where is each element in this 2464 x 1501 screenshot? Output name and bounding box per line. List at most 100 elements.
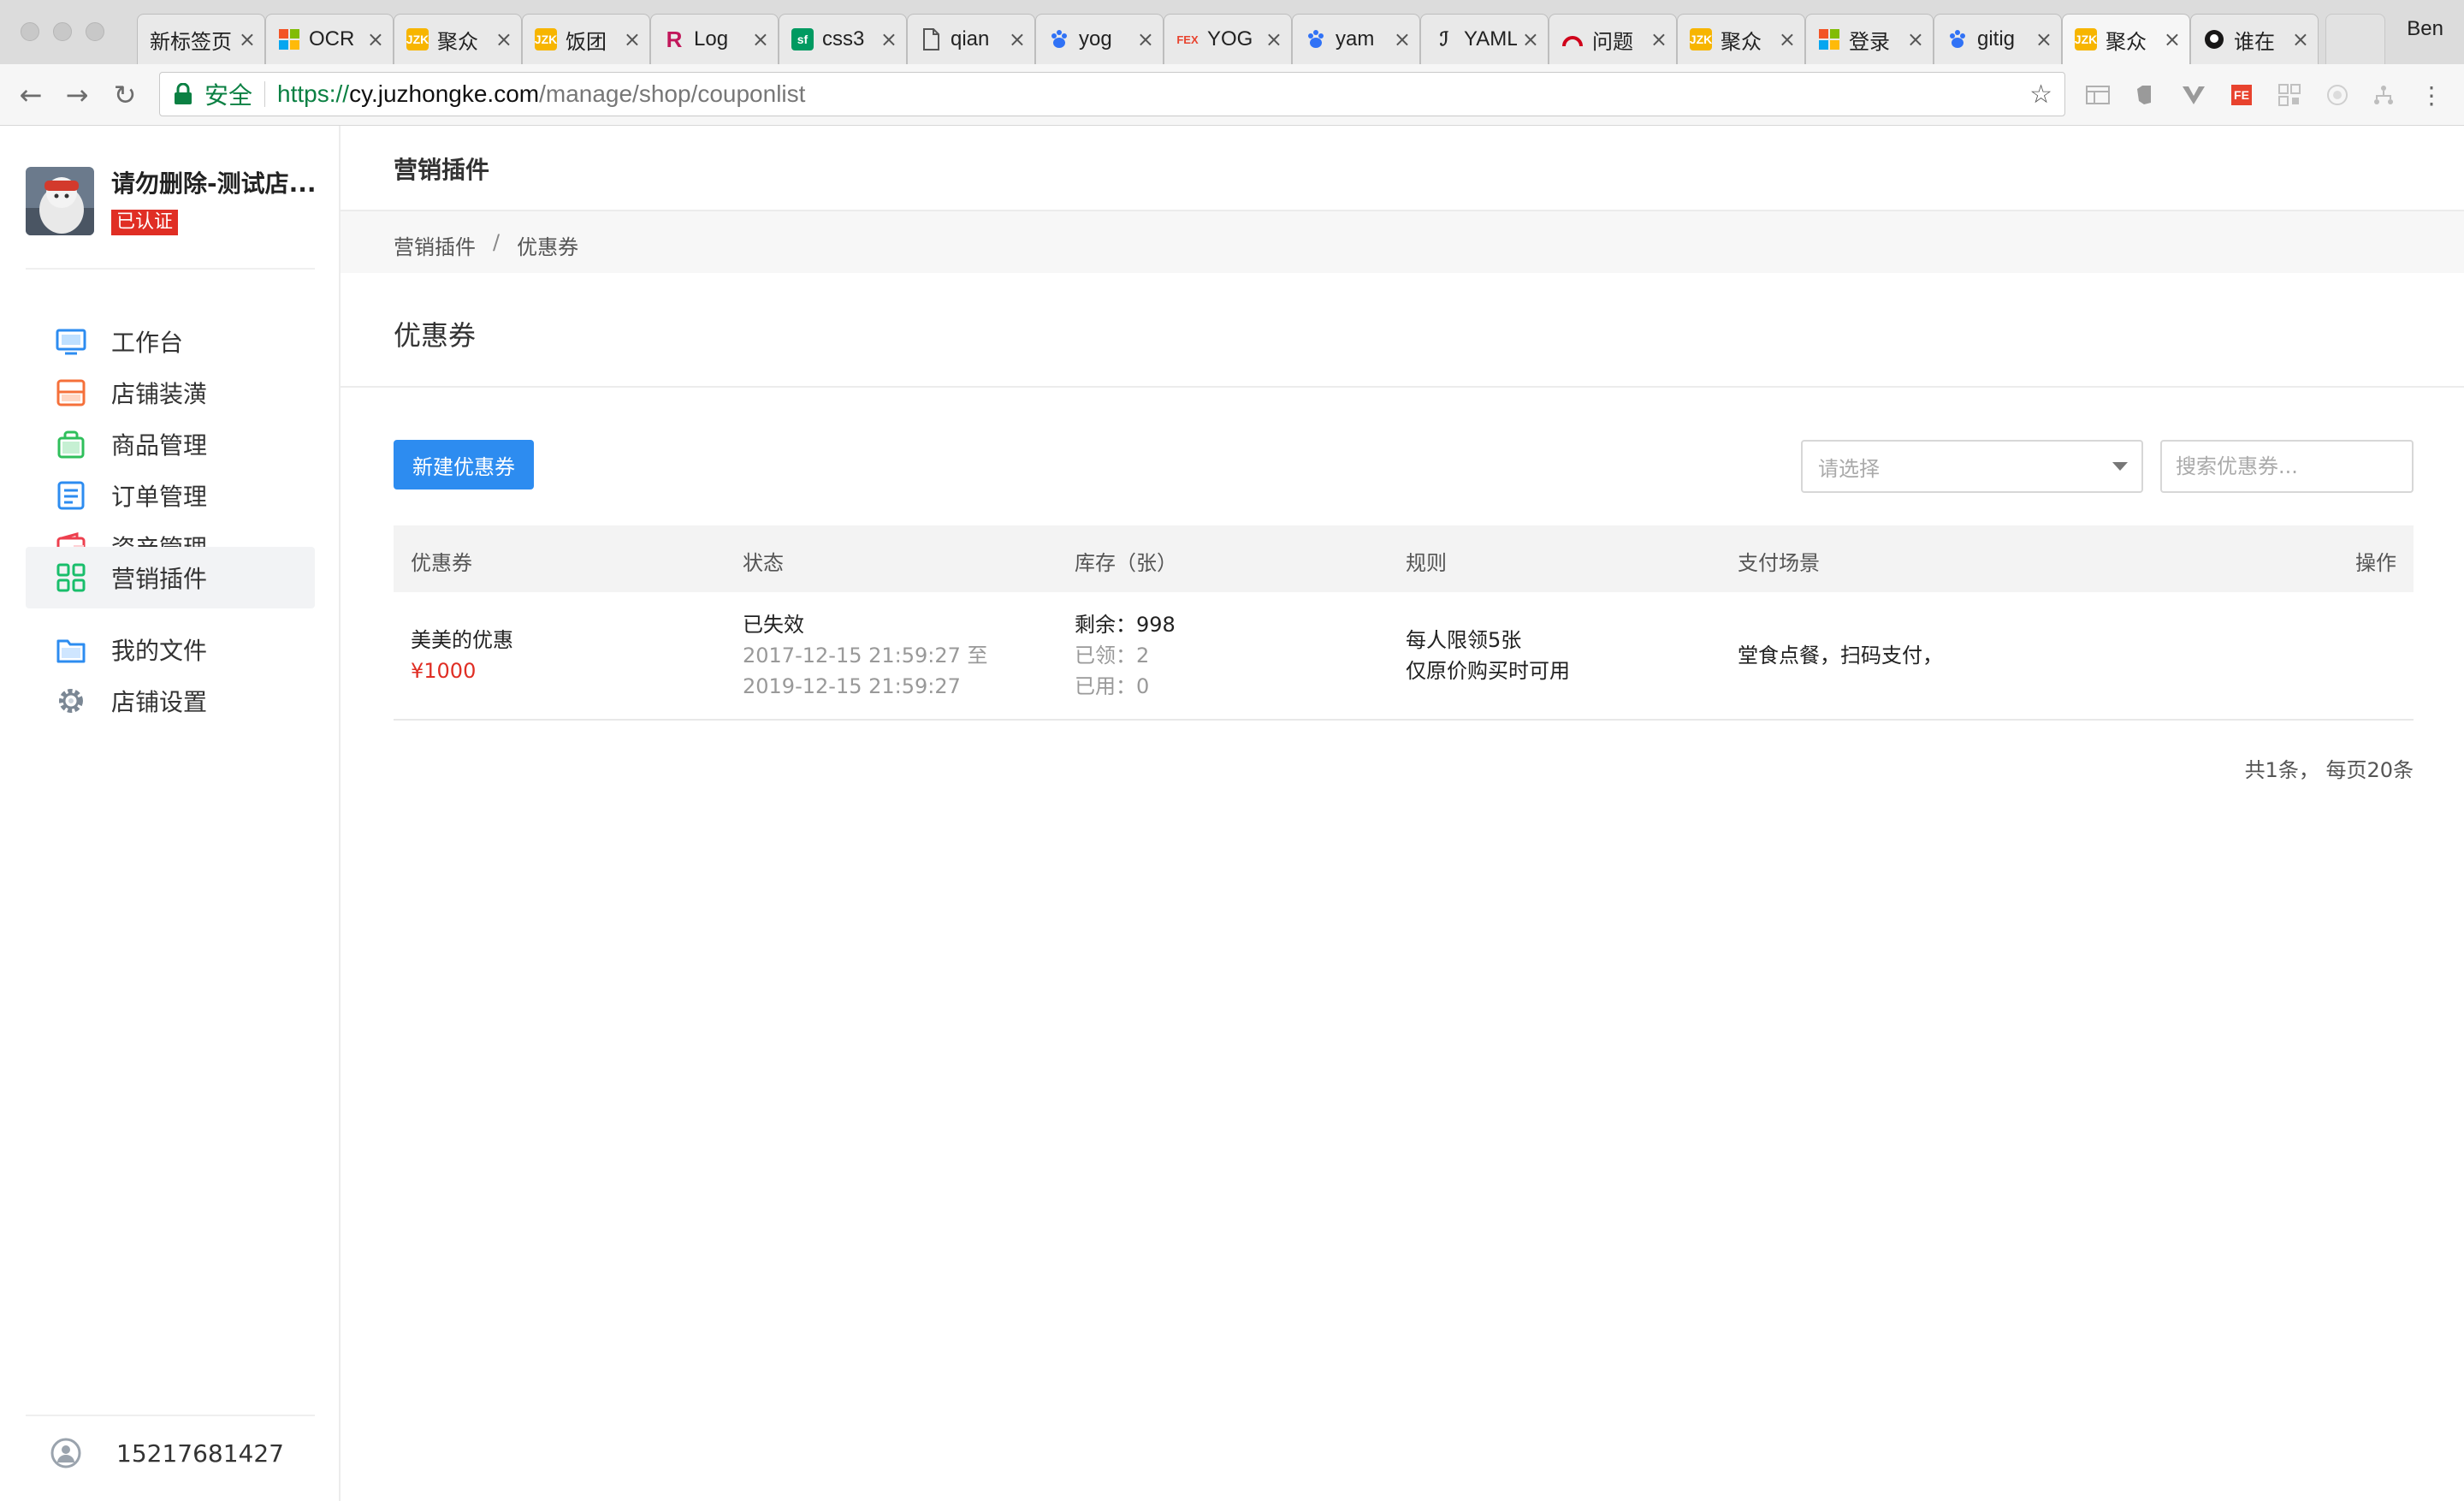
tab-close-icon[interactable]: ×: [1394, 27, 1411, 51]
tab-title: css3: [822, 27, 865, 50]
tab-title: YOG: [1207, 27, 1253, 50]
stock-used: 已用：0: [1075, 674, 1150, 698]
grid-apps-icon: [56, 563, 86, 592]
store-icon: [56, 379, 86, 406]
url-separator: [264, 81, 266, 107]
status-filter-select[interactable]: 请选择: [1801, 440, 2143, 493]
browser-tab-active[interactable]: JZK 聚众 ×: [2062, 14, 2190, 64]
browser-tab[interactable]: yam ×: [1292, 14, 1420, 64]
browser-menu-icon[interactable]: ⋮: [2418, 81, 2445, 110]
tab-close-icon[interactable]: ×: [1522, 27, 1539, 51]
breadcrumb-separator: /: [493, 230, 500, 254]
tab-close-icon[interactable]: ×: [1137, 27, 1154, 51]
new-coupon-button[interactable]: 新建优惠券: [394, 440, 534, 489]
browser-tab[interactable]: FEX YOG ×: [1164, 14, 1292, 64]
breadcrumb-current: 优惠券: [517, 235, 579, 259]
browser-tab[interactable]: JZK 饭团 ×: [522, 14, 650, 64]
table-row[interactable]: 美美的优惠 ¥1000 已失效 2017-12-15 21:59:27 至 20…: [394, 592, 2414, 721]
tab-title: YAML: [1464, 27, 1517, 50]
tab-close-icon[interactable]: ×: [1907, 27, 1924, 51]
sidebar-item-store-settings[interactable]: 店铺设置: [26, 670, 315, 732]
browser-tab[interactable]: R Log ×: [650, 14, 779, 64]
extension-qr-icon[interactable]: [2276, 81, 2303, 109]
reload-icon[interactable]: ↻: [106, 76, 144, 114]
tab-close-icon[interactable]: ×: [239, 27, 256, 51]
gear-icon: [59, 689, 83, 713]
new-tab-button[interactable]: [2325, 14, 2385, 64]
browser-tab[interactable]: OCR ×: [265, 14, 394, 64]
segmentfault-logo-icon: sf: [791, 28, 814, 50]
bookmark-star-icon[interactable]: ☆: [2029, 80, 2052, 110]
user-phone: 15217681427: [116, 1439, 284, 1468]
tab-close-icon[interactable]: ×: [2292, 27, 2309, 51]
window-zoom-button[interactable]: [86, 22, 104, 41]
tab-title: yog: [1079, 27, 1112, 50]
browser-tab[interactable]: 新标签页 ×: [137, 14, 265, 64]
extension-evernote-icon[interactable]: [2130, 81, 2158, 109]
windows-logo-icon: [278, 28, 300, 50]
url-text[interactable]: https://cy.juzhongke.com/manage/shop/cou…: [277, 80, 805, 108]
page-title: 营销插件: [394, 156, 490, 184]
forward-arrow-icon[interactable]: →: [58, 76, 96, 114]
monitor-icon: [56, 329, 86, 355]
sidebar-divider: [26, 1415, 315, 1416]
fex-logo-icon: FEX: [1176, 33, 1199, 46]
folder-icon: [56, 639, 86, 663]
tab-close-icon[interactable]: ×: [2164, 27, 2181, 51]
baidu-paw-icon: [1305, 28, 1327, 50]
sidebar-item-label: 店铺装潢: [111, 380, 208, 408]
browser-tab[interactable]: JZK 聚众 ×: [394, 14, 522, 64]
tab-title: OCR: [309, 27, 355, 50]
browser-tab[interactable]: 谁在 ×: [2190, 14, 2319, 64]
stock-cell: 剩余：998 已领：2 已用：0: [1075, 609, 1176, 702]
browser-tab[interactable]: 登录 ×: [1805, 14, 1934, 64]
browser-tab[interactable]: gitig ×: [1934, 14, 2062, 64]
address-bar[interactable]: 安全 https://cy.juzhongke.com/manage/shop/…: [159, 72, 2065, 116]
extension-fe-icon[interactable]: FE: [2228, 81, 2255, 109]
windows-logo-icon: [1818, 28, 1840, 50]
tab-close-icon[interactable]: ×: [624, 27, 641, 51]
browser-tab[interactable]: yog ×: [1035, 14, 1164, 64]
breadcrumb-parent[interactable]: 营销插件: [394, 230, 476, 260]
browser-toolbar: ← → ↻ 安全 https://cy.juzhongke.com/manage…: [0, 64, 2464, 126]
window-minimize-button[interactable]: [53, 22, 72, 41]
sidebar-item-marketing-plugins[interactable]: 营销插件: [26, 547, 315, 608]
extension-circle-icon[interactable]: [2324, 81, 2351, 109]
tab-close-icon[interactable]: ×: [367, 27, 384, 51]
back-arrow-icon[interactable]: ←: [12, 76, 50, 114]
browser-tab[interactable]: qian ×: [907, 14, 1035, 64]
rules-cell: 每人限领5张 仅原价购买时可用: [1406, 625, 1570, 686]
coupon-search-input[interactable]: [2160, 440, 2414, 493]
tab-close-icon[interactable]: ×: [880, 27, 897, 51]
coupon-name[interactable]: 美美的优惠: [411, 625, 513, 656]
tab-title: 登录: [1849, 30, 1890, 54]
url-scheme: https://: [277, 80, 350, 107]
shop-avatar[interactable]: [26, 167, 94, 235]
payment-scene-cell: 堂食点餐，扫码支付，: [1738, 640, 1943, 671]
browser-profile-name[interactable]: Ben: [2407, 17, 2443, 41]
bag-icon: [57, 430, 85, 459]
tab-close-icon[interactable]: ×: [2035, 27, 2052, 51]
window-close-button[interactable]: [21, 22, 39, 41]
select-placeholder: 请选择: [1818, 456, 1880, 481]
baidu-paw-icon: [1048, 28, 1070, 50]
tab-close-icon[interactable]: ×: [1265, 27, 1282, 51]
tab-close-icon[interactable]: ×: [752, 27, 769, 51]
tab-close-icon[interactable]: ×: [1650, 27, 1667, 51]
extension-tree-icon[interactable]: [2370, 81, 2397, 109]
browser-tab[interactable]: 问题 ×: [1549, 14, 1677, 64]
tab-close-icon[interactable]: ×: [1009, 27, 1026, 51]
tab-close-icon[interactable]: ×: [1779, 27, 1796, 51]
column-header-actions: 操作: [2355, 551, 2396, 575]
tab-title: 饭团: [566, 30, 607, 54]
baidu-paw-icon: [1946, 28, 1969, 50]
user-account[interactable]: 15217681427: [50, 1437, 284, 1469]
stock-claimed: 已领：2: [1075, 644, 1150, 667]
browser-tab[interactable]: ℐ YAML ×: [1420, 14, 1549, 64]
browser-tab[interactable]: JZK 聚众 ×: [1677, 14, 1805, 64]
extension-layout-icon[interactable]: [2084, 81, 2112, 109]
extension-vue-icon[interactable]: [2180, 81, 2207, 109]
table-header: 优惠券 状态 库存（张） 规则 支付场景 操作: [394, 525, 2414, 592]
browser-tab[interactable]: sf css3 ×: [779, 14, 907, 64]
tab-close-icon[interactable]: ×: [495, 27, 512, 51]
